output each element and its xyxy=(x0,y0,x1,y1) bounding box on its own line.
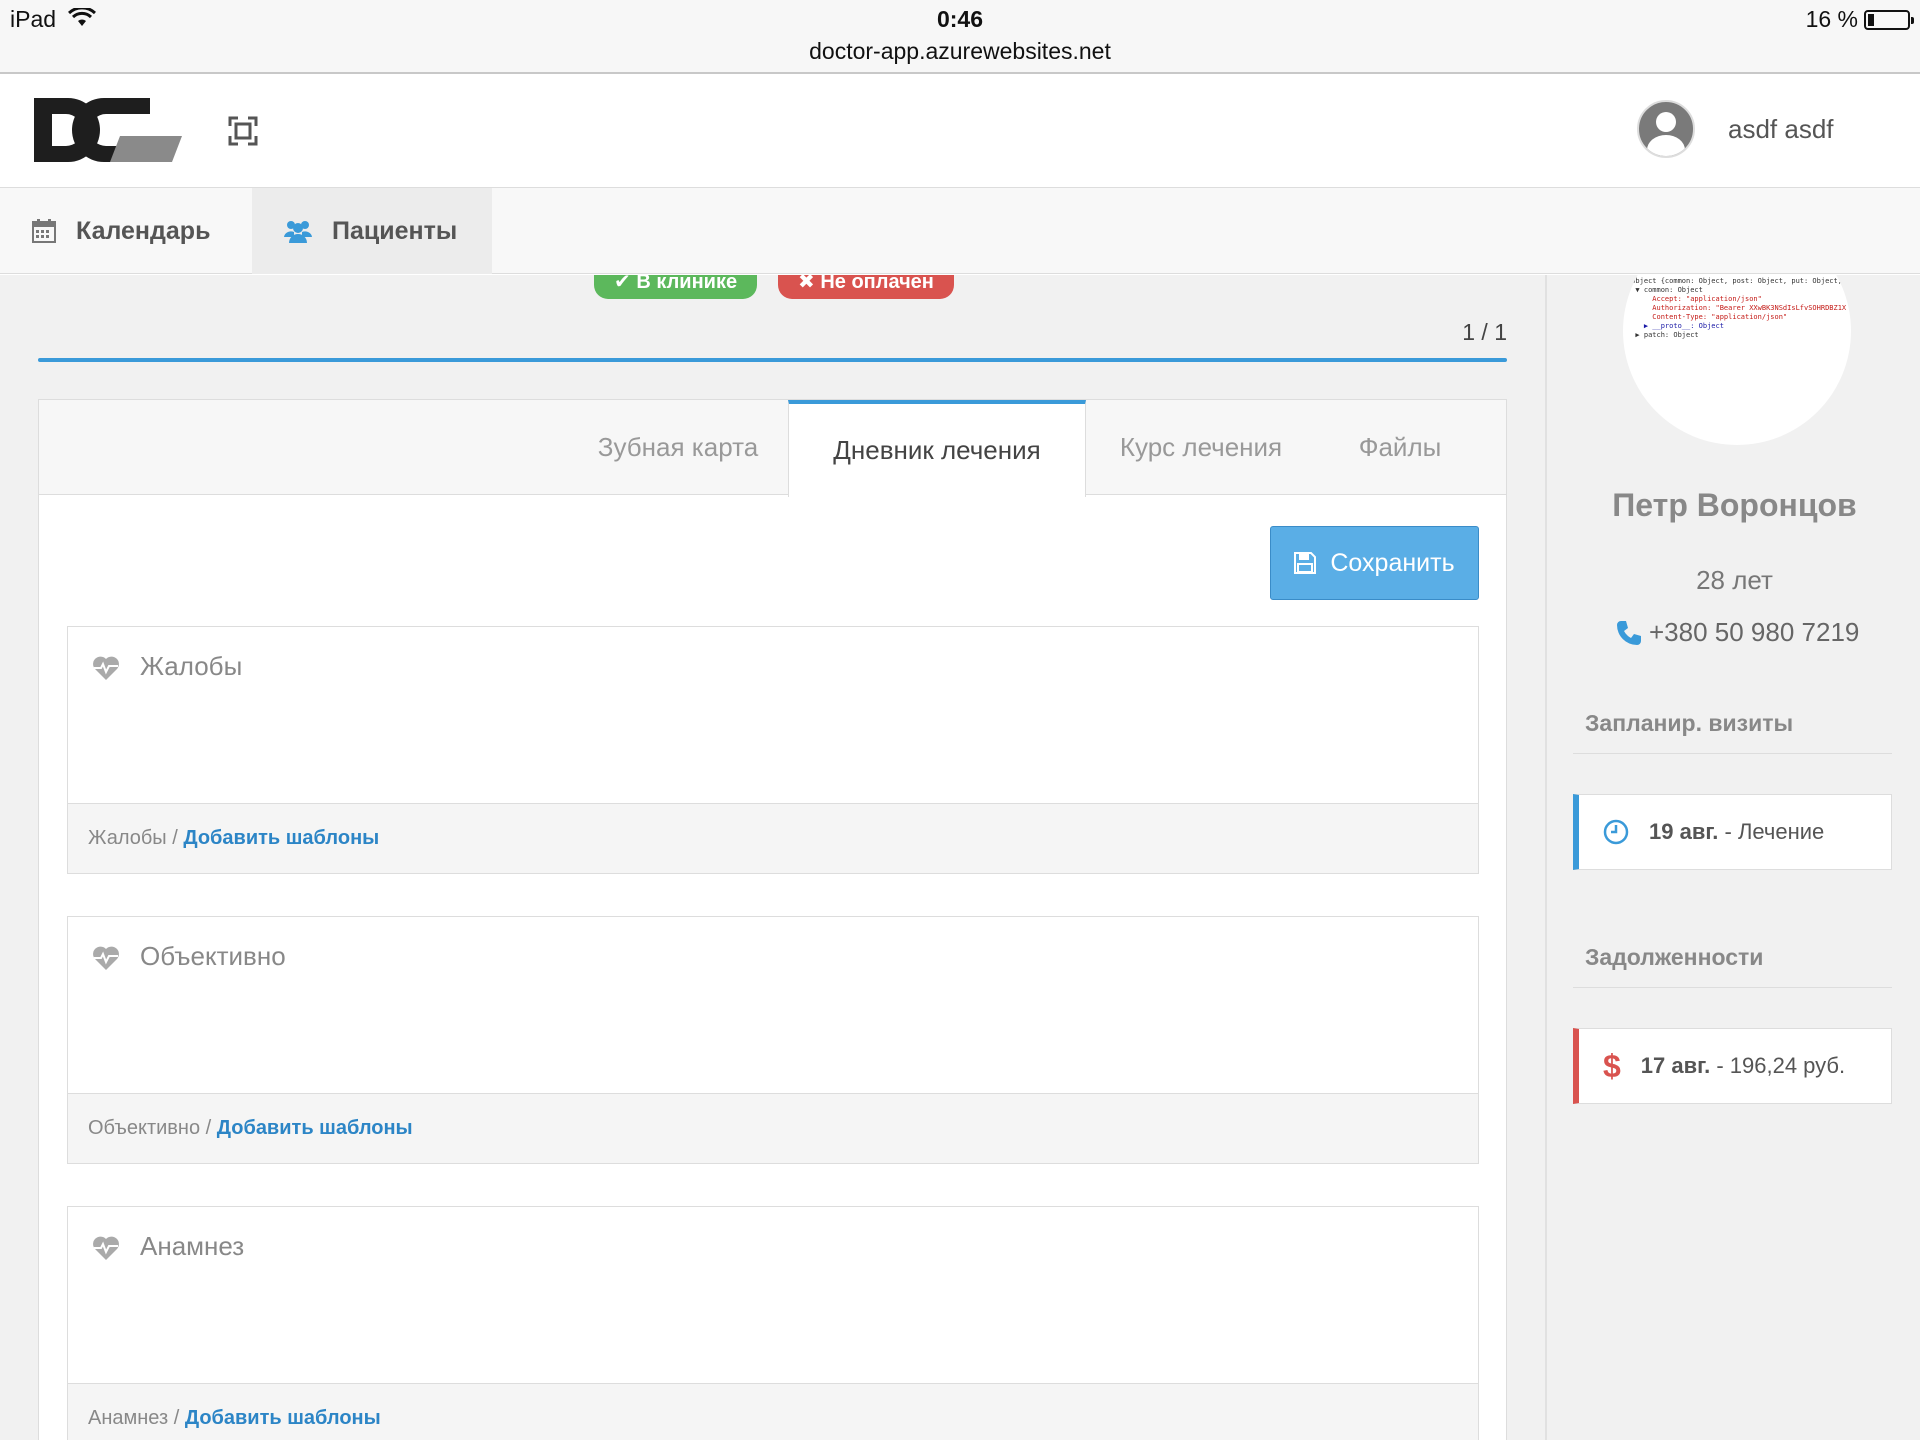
patient-age: 28 лет xyxy=(1696,565,1773,595)
user-name[interactable]: asdf asdf xyxy=(1728,114,1834,145)
planned-visits-heading: Запланир. визиты xyxy=(1573,710,1892,754)
visit-text: 19 авг. - Лечение xyxy=(1649,819,1825,844)
section-title: Объективно xyxy=(140,941,286,971)
clock: 0:46 xyxy=(936,6,984,32)
nav-calendar[interactable]: Календарь xyxy=(32,188,210,274)
patient-phone[interactable]: +380 50 980 7219 xyxy=(1615,617,1859,648)
address-bar-url[interactable]: doctor-app.azurewebsites.net xyxy=(0,38,1920,65)
app-logo[interactable] xyxy=(32,96,182,164)
section-footer: Жалобы / Добавить шаблоны xyxy=(68,803,1478,873)
section-crumb: Жалобы / xyxy=(88,827,184,849)
section-title: Жалобы xyxy=(140,651,243,681)
section-footer: Объективно / Добавить шаблоны xyxy=(68,1093,1478,1163)
patient-sidebar: ▼Object {common: Object, post: Object, p… xyxy=(1545,275,1920,1440)
section-crumb: Анамнез / xyxy=(88,1407,185,1429)
patient-photo[interactable]: ▼Object {common: Object, post: Object, p… xyxy=(1623,275,1851,445)
tab-treatment-diary[interactable]: Дневник лечения xyxy=(788,400,1086,497)
tab-files[interactable]: Файлы xyxy=(1315,400,1485,495)
debt-card[interactable]: $ 17 авг. - 196,24 руб. xyxy=(1573,1028,1892,1104)
status-badge-in-clinic[interactable]: ✔ В клинике xyxy=(594,275,758,299)
heartbeat-icon xyxy=(93,946,119,970)
clock-icon xyxy=(1603,819,1629,845)
planned-visit-card[interactable]: 19 авг. - Лечение xyxy=(1573,794,1892,870)
save-button-label: Сохранить xyxy=(1330,548,1455,577)
ios-status-bar: iPad 0:46 doctor-app.azurewebsites.net 1… xyxy=(0,0,1920,74)
heartbeat-icon xyxy=(93,1236,119,1260)
section-complaints[interactable]: Жалобы Жалобы / Добавить шаблоны xyxy=(67,626,1479,874)
fullscreen-icon[interactable] xyxy=(228,116,258,146)
patient-phone-number: +380 50 980 7219 xyxy=(1649,617,1860,647)
section-crumb: Объективно / xyxy=(88,1117,217,1139)
main-nav: Календарь Пациенты xyxy=(0,188,1920,274)
treatment-panel: Зубная карта Дневник лечения Курс лечени… xyxy=(38,399,1507,1440)
floppy-disk-icon xyxy=(1294,552,1317,574)
main-content: ✔ В клинике ✖ Не оплачен 1 / 1 Зубная ка… xyxy=(0,275,1545,1440)
battery-percent: 16 % xyxy=(1805,6,1858,32)
tab-dental-chart[interactable]: Зубная карта xyxy=(569,400,787,495)
progress-divider xyxy=(38,358,1507,362)
calendar-icon xyxy=(32,219,56,243)
debts-heading: Задолженности xyxy=(1573,944,1892,988)
debt-text: 17 авг. - 196,24 руб. xyxy=(1640,1053,1846,1078)
section-objective[interactable]: Объективно Объективно / Добавить шаблоны xyxy=(67,916,1479,1164)
section-footer: Анамнез / Добавить шаблоны xyxy=(68,1383,1478,1440)
tabs-bar: Зубная карта Дневник лечения Курс лечени… xyxy=(39,400,1506,497)
photo-console-text: ▼Object {common: Object, post: Object, p… xyxy=(1627,277,1847,339)
dollar-icon: $ xyxy=(1603,1047,1621,1084)
tab-treatment-course[interactable]: Курс лечения xyxy=(1087,400,1315,495)
user-avatar[interactable] xyxy=(1637,100,1695,158)
section-anamnesis[interactable]: Анамнез Анамнез / Добавить шаблоны xyxy=(67,1206,1479,1440)
add-templates-link[interactable]: Добавить шаблоны xyxy=(217,1117,413,1139)
save-button[interactable]: Сохранить xyxy=(1270,526,1479,600)
phone-icon xyxy=(1617,620,1641,645)
nav-patients[interactable]: Пациенты xyxy=(252,188,492,274)
add-templates-link[interactable]: Добавить шаблоны xyxy=(183,827,379,849)
users-icon xyxy=(284,221,312,243)
nav-patients-label: Пациенты xyxy=(332,216,458,245)
app-header: asdf asdf xyxy=(0,76,1920,188)
add-templates-link[interactable]: Добавить шаблоны xyxy=(185,1407,381,1429)
patient-name: Петр Воронцов xyxy=(1612,487,1857,523)
battery-icon xyxy=(1864,10,1914,30)
heartbeat-icon xyxy=(93,656,119,680)
nav-calendar-label: Календарь xyxy=(76,216,211,245)
visit-counter: 1 / 1 xyxy=(1462,319,1507,345)
status-badge-unpaid[interactable]: ✖ Не оплачен xyxy=(778,275,954,299)
section-title: Анамнез xyxy=(140,1231,245,1261)
